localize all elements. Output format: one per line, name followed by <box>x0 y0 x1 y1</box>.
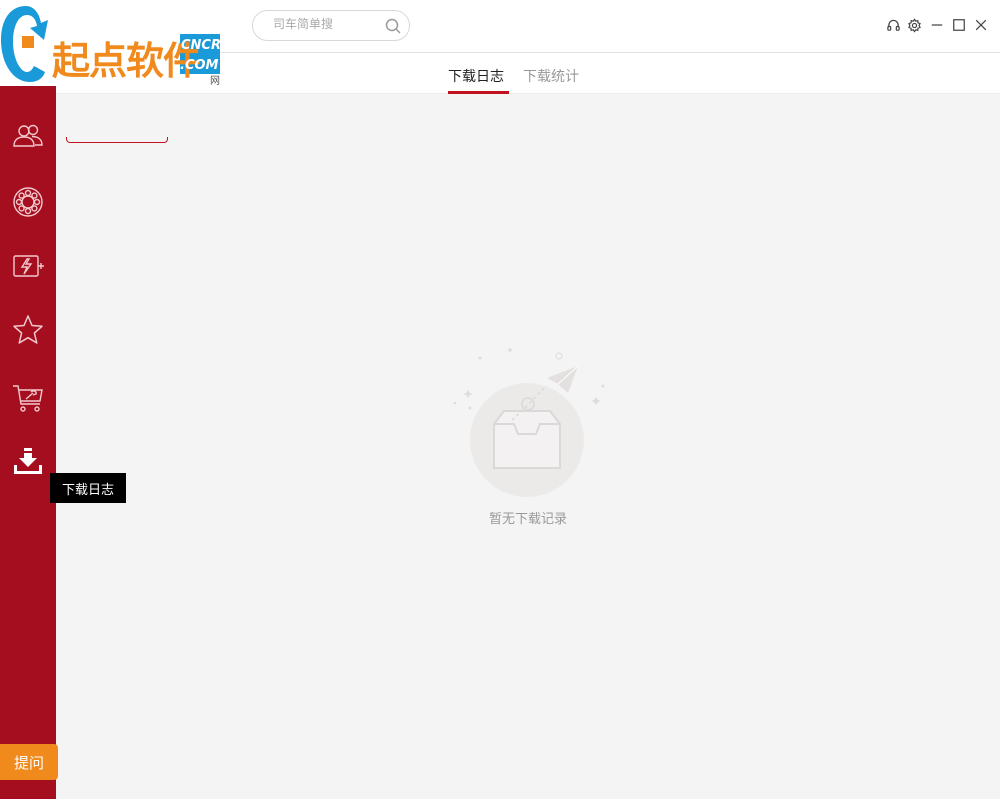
ask-question-button[interactable]: 提问 <box>0 744 58 780</box>
search-box[interactable] <box>252 10 410 41</box>
active-tab-indicator <box>448 91 509 94</box>
star-icon <box>13 315 43 344</box>
search-icon[interactable] <box>383 16 403 36</box>
logo-badge-top: CNCRK <box>181 38 232 53</box>
sidebar: 提问 <box>0 0 58 799</box>
settings-icon[interactable] <box>903 14 925 36</box>
close-icon[interactable] <box>970 14 992 36</box>
sidebar-item-users[interactable] <box>0 110 56 162</box>
tooltip: 下载日志 <box>50 473 126 503</box>
cart-tools-icon <box>13 385 43 412</box>
empty-illustration <box>448 340 608 505</box>
sidebar-item-cart-tools[interactable] <box>0 371 56 423</box>
logo-text: 起点软件 <box>52 39 201 83</box>
maximize-icon[interactable] <box>948 14 970 36</box>
search-input[interactable] <box>273 17 378 31</box>
tab-download-stats[interactable]: 下载统计 <box>523 66 579 86</box>
logo: 网 起点软件 CNCRK .COM <box>0 0 231 87</box>
tablet-flash-icon <box>13 255 44 277</box>
minimize-icon[interactable] <box>926 14 948 36</box>
sidebar-item-download-log[interactable] <box>0 436 56 488</box>
users-icon <box>13 124 43 147</box>
sidebar-item-favorites[interactable] <box>0 304 56 356</box>
partial-button[interactable] <box>66 137 168 143</box>
empty-state-text: 暂无下载记录 <box>488 512 567 527</box>
sidebar-item-flash[interactable] <box>0 240 56 292</box>
gear-wheel-icon <box>13 187 43 217</box>
svg-text:网: 网 <box>210 75 220 86</box>
headset-icon[interactable] <box>882 14 904 36</box>
logo-badge-bottom: .COM <box>180 58 219 73</box>
tab-download-log[interactable]: 下载日志 <box>448 66 504 86</box>
sidebar-item-settings[interactable] <box>0 176 56 228</box>
download-icon <box>14 448 42 474</box>
